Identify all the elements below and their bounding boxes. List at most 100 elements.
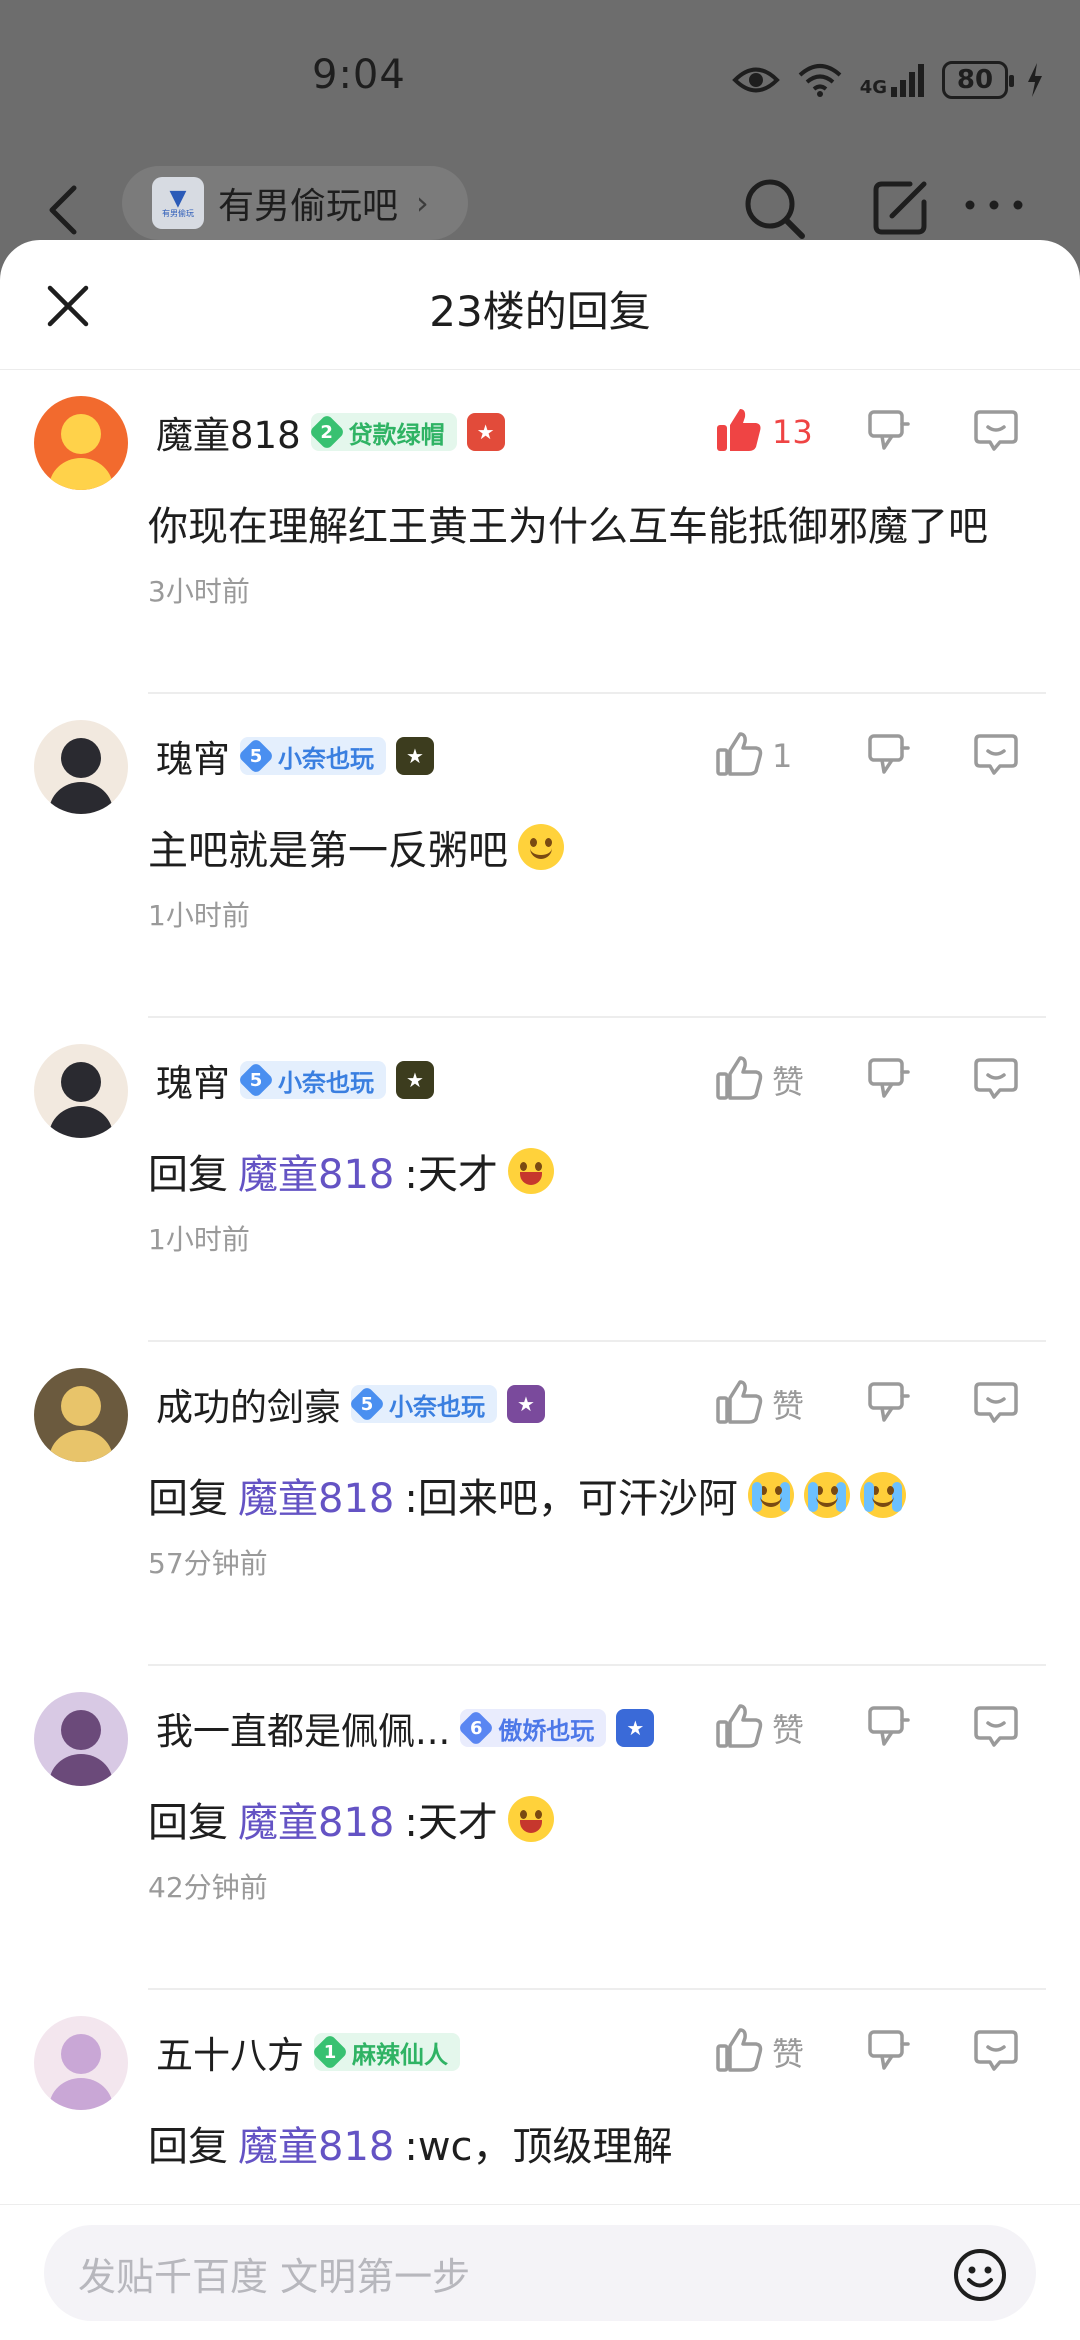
user-info: 五十八方 1 麻辣仙人	[156, 2024, 460, 2080]
level-gem-icon: 2	[311, 416, 343, 448]
avatar[interactable]	[34, 2016, 128, 2110]
reply-content: 主吧就是第一反粥吧	[148, 818, 1050, 876]
more-icon[interactable]	[962, 190, 1026, 220]
thumbs-up-icon	[714, 405, 764, 459]
forum-logo-text: 有男偷玩	[162, 208, 194, 218]
like-button[interactable]: 赞	[714, 1372, 834, 1436]
reply-prefix: 回复	[148, 2124, 228, 2170]
comment-button[interactable]	[942, 1048, 1050, 1112]
avatar[interactable]	[34, 1044, 128, 1138]
reply-actions: 13	[714, 400, 1050, 464]
mention-link[interactable]: 魔童818	[238, 1466, 394, 1524]
like-count: 赞	[772, 1063, 805, 1101]
comment-icon	[972, 730, 1020, 782]
like-button[interactable]: 赞	[714, 1696, 834, 1760]
reply-text: 你现在理解红王黄王为什么互车能抵御邪魔了吧	[148, 504, 988, 550]
smiling-emoji	[518, 824, 564, 870]
reply-actions: 赞	[714, 1048, 1050, 1112]
user-info: 魔童818 2 贷款绿帽 ★	[156, 404, 505, 460]
like-button[interactable]: 赞	[714, 2020, 834, 2084]
username[interactable]: 成功的剑豪	[156, 1377, 341, 1431]
comment-button[interactable]	[942, 400, 1050, 464]
search-icon[interactable]	[740, 174, 808, 242]
level-title: 小奈也玩	[389, 1392, 485, 1421]
reply-actions: 赞	[714, 1696, 1050, 1760]
reply-prefix: 回复	[148, 1152, 228, 1198]
like-count: 赞	[772, 1387, 805, 1425]
reply-text: :回来吧，可汗沙阿	[404, 1476, 738, 1522]
username[interactable]: 五十八方	[156, 2025, 304, 2079]
comment-icon	[972, 1702, 1020, 1754]
charging-icon	[1028, 63, 1042, 97]
comment-button[interactable]	[942, 724, 1050, 788]
avatar[interactable]	[34, 1692, 128, 1786]
thumbs-down-icon	[864, 1378, 912, 1430]
username[interactable]: 魔童818	[156, 405, 301, 459]
avatar[interactable]	[34, 720, 128, 814]
mention-link[interactable]: 魔童818	[238, 1142, 394, 1200]
level-gem-icon: 5	[240, 740, 272, 772]
crying-emoji	[747, 1472, 794, 1518]
forum-entry[interactable]: ▼ 有男偷玩 有男偷玩吧 ›	[122, 166, 468, 240]
reply-item[interactable]: 我一直都是佩佩... 6 傲娇也玩 ★ 赞回复 魔童818:天才 42分钟前	[0, 1666, 1080, 1990]
reply-input[interactable]: 发贴千百度 文明第一步	[44, 2225, 1036, 2321]
emoji-picker-icon[interactable]	[952, 2247, 1008, 2303]
dislike-button[interactable]	[834, 1048, 942, 1112]
mention-link[interactable]: 魔童818	[238, 2114, 394, 2172]
thumbs-down-icon	[864, 1054, 912, 1106]
reply-item[interactable]: 瑰宵 5 小奈也玩 ★ 赞回复 魔童818:天才 1小时前	[0, 1018, 1080, 1342]
level-title: 麻辣仙人	[352, 2040, 448, 2069]
share-icon[interactable]	[868, 176, 932, 240]
comment-button[interactable]	[942, 1372, 1050, 1436]
level-badge: 5 小奈也玩	[240, 737, 386, 775]
composer-bar: 发贴千百度 文明第一步	[0, 2204, 1080, 2340]
user-info: 瑰宵 5 小奈也玩 ★	[156, 728, 434, 784]
battery-indicator: 80	[942, 61, 1014, 99]
thumbs-up-icon	[714, 1701, 764, 1755]
user-info: 瑰宵 5 小奈也玩 ★	[156, 1052, 434, 1108]
thumbs-up-icon	[714, 729, 764, 783]
level-badge: 2 贷款绿帽	[310, 413, 457, 451]
thumbs-down-icon: ▼	[169, 185, 187, 211]
mention-link[interactable]: 魔童818	[238, 1790, 394, 1848]
level-title: 傲娇也玩	[498, 1716, 595, 1745]
reply-content: 回复 魔童818:回来吧，可汗沙阿	[148, 1466, 1050, 1524]
thumbs-down-icon	[864, 406, 912, 458]
reply-item[interactable]: 瑰宵 5 小奈也玩 ★ 1 主吧就是第一反粥吧 1小时前	[0, 694, 1080, 1018]
reply-content: 你现在理解红王黄王为什么互车能抵御邪魔了吧	[148, 494, 1050, 552]
comment-icon	[972, 406, 1020, 458]
thumbs-up-icon	[714, 1377, 764, 1431]
medal-icon: ★	[396, 1061, 434, 1099]
comment-button[interactable]	[942, 1696, 1050, 1760]
dislike-button[interactable]	[834, 1372, 942, 1436]
username[interactable]: 瑰宵	[156, 1053, 230, 1107]
like-button[interactable]: 13	[714, 400, 834, 464]
dislike-button[interactable]	[834, 400, 942, 464]
dislike-button[interactable]	[834, 724, 942, 788]
like-count: 13	[772, 413, 813, 451]
medal-icon: ★	[466, 413, 505, 451]
thumbs-up-icon	[714, 2025, 764, 2079]
reply-content: 回复 魔童818:wc，顶级理解	[148, 2114, 1050, 2172]
thumbs-up-icon	[714, 1053, 764, 1107]
back-arrow-icon[interactable]	[40, 182, 88, 238]
like-button[interactable]: 1	[714, 724, 834, 788]
level-badge: 6 傲娇也玩	[460, 1709, 607, 1747]
comment-button[interactable]	[942, 2020, 1050, 2084]
thumbs-down-icon	[864, 2026, 912, 2078]
grinning-emoji	[507, 1796, 554, 1842]
level-badge: 5 小奈也玩	[351, 1385, 497, 1423]
reply-item[interactable]: 成功的剑豪 5 小奈也玩 ★ 赞回复 魔童818:回来吧，可汗沙阿 57分钟前	[0, 1342, 1080, 1666]
dislike-button[interactable]	[834, 1696, 942, 1760]
reply-item[interactable]: 魔童818 2 贷款绿帽 ★ 13 你现在理解红王黄王为什么互车能抵御邪魔了吧 3小时前	[0, 370, 1080, 694]
network-type: 4G	[859, 77, 887, 98]
status-time: 9:04	[312, 52, 406, 98]
username[interactable]: 瑰宵	[156, 729, 230, 783]
avatar[interactable]	[34, 1368, 128, 1462]
signal-group: 4G	[860, 63, 924, 97]
avatar[interactable]	[34, 396, 128, 490]
dislike-button[interactable]	[834, 2020, 942, 2084]
username[interactable]: 我一直都是佩佩...	[156, 1701, 450, 1755]
like-button[interactable]: 赞	[714, 1048, 834, 1112]
crying-emoji	[803, 1472, 850, 1518]
